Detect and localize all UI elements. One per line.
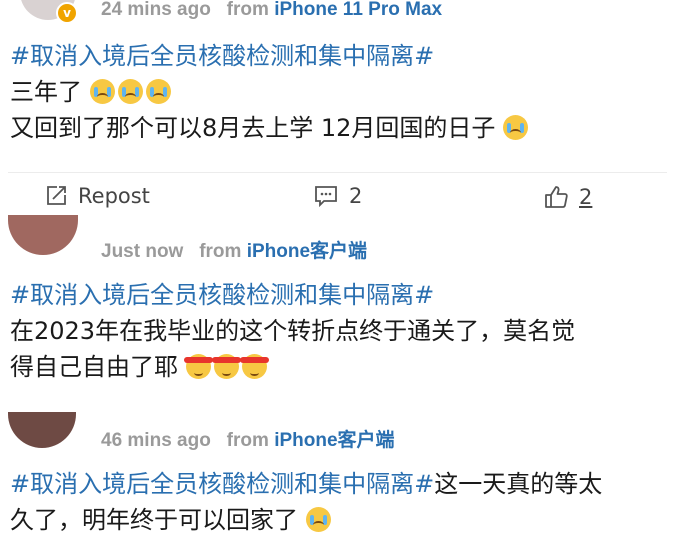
topic-link[interactable]: #取消入境后全员核酸检测和集中隔离# xyxy=(10,42,434,70)
post-source[interactable]: iPhone客户端 xyxy=(247,241,367,262)
post-meta: 46 mins ago from iPhone客户端 xyxy=(101,425,395,452)
thumbs-up-icon xyxy=(543,184,569,210)
topic-link[interactable]: #取消入境后全员核酸检测和集中隔离# xyxy=(10,470,434,498)
headband-face-emoji xyxy=(211,354,241,379)
headband-face-emoji xyxy=(183,354,213,379)
repost-button[interactable]: Repost xyxy=(44,184,150,208)
like-button[interactable]: 2 xyxy=(543,184,592,210)
post-text-line: 在2023年在我毕业的这个转折点终于通关了，莫名觉 xyxy=(10,317,576,345)
post-time: 24 mins ago xyxy=(101,0,211,20)
headband-face-emoji xyxy=(239,354,269,379)
post-body: #取消入境后全员核酸检测和集中隔离# 在2023年在我毕业的这个转折点终于通关了… xyxy=(10,277,663,385)
divider xyxy=(8,172,667,173)
from-label: from xyxy=(226,0,269,20)
from-label: from xyxy=(199,241,242,262)
crying-face-emoji xyxy=(305,507,331,532)
repost-icon xyxy=(44,184,68,208)
post-text-line: 又回到了那个可以8月去上学 12月回国的日子 xyxy=(10,114,496,142)
post-text-line: 得自己自由了耶 xyxy=(10,353,178,381)
topic-link[interactable]: #取消入境后全员核酸检测和集中隔离# xyxy=(10,281,434,309)
crying-face-emoji xyxy=(145,79,171,104)
post-time: 46 mins ago xyxy=(101,430,211,451)
comment-button[interactable]: 2 xyxy=(313,184,362,208)
post-text-line: 这一天真的等太 xyxy=(434,470,603,498)
post-actions: Repost 2 2 xyxy=(0,176,675,226)
post-body: #取消入境后全员核酸检测和集中隔离#这一天真的等太 久了，明年终于可以回家了 xyxy=(10,466,663,538)
avatar[interactable] xyxy=(8,215,78,255)
post-body: #取消入境后全员核酸检测和集中隔离# 三年了 又回到了那个可以8月去上学 12月… xyxy=(10,38,663,146)
post-meta: Just now from iPhone客户端 xyxy=(101,236,367,263)
crying-face-emoji xyxy=(117,79,143,104)
crying-face-emoji xyxy=(503,115,529,140)
post-text-line: 久了，明年终于可以回家了 xyxy=(10,506,298,534)
like-count: 2 xyxy=(579,185,593,209)
post-source[interactable]: iPhone客户端 xyxy=(274,430,394,451)
post-source[interactable]: iPhone 11 Pro Max xyxy=(274,0,442,20)
from-label: from xyxy=(226,430,269,451)
avatar[interactable] xyxy=(8,412,76,448)
repost-label: Repost xyxy=(78,184,150,208)
verified-badge-icon: v xyxy=(56,2,78,24)
comment-count: 2 xyxy=(349,184,363,208)
comment-icon xyxy=(313,184,339,208)
crying-face-emoji xyxy=(89,79,115,104)
post-meta: 24 mins ago from iPhone 11 Pro Max xyxy=(101,0,442,21)
post-text-line: 三年了 xyxy=(10,78,82,106)
post-time: Just now xyxy=(101,241,184,262)
